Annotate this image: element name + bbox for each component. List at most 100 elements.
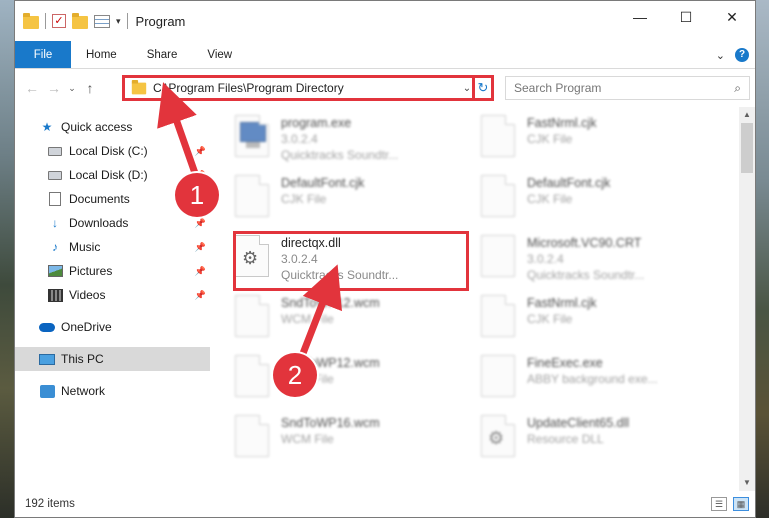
file-item[interactable]: SndToWP12.wcm WCM File	[229, 291, 465, 351]
search-icon[interactable]: ⌕	[734, 81, 741, 96]
sidebar-item-pictures[interactable]: Pictures 📌	[15, 259, 210, 283]
file-list: program.exe 3.0.2.4 Quicktracks Soundtr.…	[211, 107, 755, 491]
sidebar-item-label: Documents	[69, 192, 130, 206]
sidebar-item-label: Videos	[69, 288, 106, 302]
file-icon	[481, 175, 515, 217]
scroll-up-arrow-icon[interactable]: ▲	[739, 107, 755, 123]
new-folder-icon[interactable]	[72, 13, 88, 29]
file-name: FastNrml.cjk	[527, 296, 597, 310]
file-name: DefaultFont.cjk	[527, 176, 611, 190]
sidebar-item-videos[interactable]: Videos 📌	[15, 283, 210, 307]
sidebar-item-music[interactable]: ♪ Music 📌	[15, 235, 210, 259]
file-name: SndToWP16.wcm	[281, 416, 380, 430]
file-name: SndToWP12.wcm	[281, 296, 380, 310]
file-icon	[481, 295, 515, 337]
close-button[interactable]: ✕	[709, 1, 755, 33]
music-icon: ♪	[52, 240, 58, 254]
sidebar-item-downloads[interactable]: ↓ Downloads 📌	[15, 211, 210, 235]
refresh-button[interactable]: ↻	[472, 75, 494, 101]
star-icon: ★	[41, 120, 53, 134]
properties-check-icon[interactable]: ✓	[52, 14, 66, 28]
file-detail: Quicktracks Soundtr...	[281, 148, 399, 162]
address-path: C:\Program Files\Program Directory	[153, 81, 344, 95]
ribbon-right-controls: ⌄ ?	[716, 41, 749, 69]
file-item[interactable]: Microsoft.VC90.CRT 3.0.2.4 Quicktracks S…	[475, 231, 711, 291]
scroll-down-arrow-icon[interactable]: ▼	[739, 475, 755, 491]
search-box[interactable]: ⌕	[505, 76, 750, 100]
cloud-icon	[39, 320, 55, 334]
tab-home[interactable]: Home	[71, 41, 132, 68]
vertical-scrollbar[interactable]: ▲ ▼	[739, 107, 755, 491]
properties-icon[interactable]	[94, 14, 110, 28]
file-name: FineExec.exe	[527, 356, 603, 370]
sidebar-item-onedrive[interactable]: OneDrive	[15, 315, 210, 339]
file-detail: Quicktracks Soundtr...	[527, 268, 645, 282]
file-detail: CJK File	[527, 132, 573, 146]
forward-button[interactable]: →	[43, 80, 65, 96]
sidebar-item-this-pc[interactable]: This PC	[15, 347, 210, 371]
file-icon	[481, 115, 515, 157]
download-icon: ↓	[52, 216, 58, 230]
customize-toolbar-arrow-icon[interactable]: ▾	[116, 16, 121, 27]
view-toggle: ☰ ▦	[711, 497, 749, 511]
desktop-background-right	[755, 0, 769, 518]
explorer-window: ✓ ▾ Program — ☐ ✕ File Home Share View ⌄…	[14, 0, 756, 518]
file-item[interactable]: DefaultFont.cjk CJK File	[229, 171, 465, 231]
tab-view[interactable]: View	[192, 41, 247, 68]
scrollbar-thumb[interactable]	[741, 123, 753, 173]
sidebar-item-label: Local Disk (D:)	[69, 168, 148, 182]
folder-icon	[131, 79, 147, 94]
file-item[interactable]: FastNrml.cjk CJK File	[475, 111, 711, 171]
file-icon	[235, 355, 269, 397]
desktop-background-left	[0, 0, 14, 518]
expand-ribbon-icon[interactable]: ⌄	[716, 49, 725, 62]
file-detail: 3.0.2.4	[527, 252, 564, 266]
details-view-icon[interactable]: ☰	[711, 497, 727, 511]
file-item[interactable]: program.exe 3.0.2.4 Quicktracks Soundtr.…	[229, 111, 465, 171]
file-detail: 3.0.2.4	[281, 132, 318, 146]
step-1-badge: 1	[175, 173, 219, 217]
file-item[interactable]: DefaultFont.cjk CJK File	[475, 171, 711, 231]
videos-icon	[47, 288, 63, 302]
file-icon	[235, 175, 269, 217]
file-item[interactable]: FastNrml.cjk CJK File	[475, 291, 711, 351]
folder-icon	[481, 235, 515, 277]
recent-locations-button[interactable]: ⌄	[65, 83, 79, 94]
pictures-icon	[47, 264, 63, 278]
search-input[interactable]	[514, 81, 735, 95]
application-icon	[235, 115, 269, 157]
file-icon	[235, 415, 269, 457]
sidebar-item-label: This PC	[61, 352, 104, 366]
window-title: Program	[135, 13, 186, 29]
quick-access-toolbar: ✓ ▾	[15, 13, 128, 29]
pin-icon: 📌	[194, 289, 206, 300]
navigation-pane: ★ Quick access Local Disk (C:) 📌 Local D…	[15, 107, 211, 491]
maximize-button[interactable]: ☐	[663, 1, 709, 33]
sidebar-item-quick-access[interactable]: ★ Quick access	[15, 115, 210, 139]
up-button[interactable]: ↑	[79, 80, 101, 96]
file-item[interactable]: SndToWP12.wcm WCM File	[229, 351, 465, 411]
dll-settings-icon: ⚙	[481, 415, 515, 457]
file-item[interactable]: SndToWP16.wcm WCM File	[229, 411, 465, 471]
file-detail: WCM File	[281, 432, 334, 446]
pin-icon: 📌	[194, 265, 206, 276]
back-button[interactable]: ←	[21, 80, 43, 96]
toolbar-separator	[126, 13, 128, 29]
file-name: FastNrml.cjk	[527, 116, 597, 130]
sidebar-item-local-disk-c[interactable]: Local Disk (C:) 📌	[15, 139, 210, 163]
tab-file[interactable]: File	[15, 41, 71, 68]
file-item[interactable]: ⚙ UpdateClient65.dll Resource DLL	[475, 411, 711, 471]
help-icon[interactable]: ?	[735, 48, 749, 62]
file-name: program.exe	[281, 116, 352, 130]
tab-share[interactable]: Share	[132, 41, 193, 68]
sidebar-item-label: OneDrive	[61, 320, 112, 334]
sidebar-item-network[interactable]: Network	[15, 379, 210, 403]
file-item[interactable]: FineExec.exe ABBY background exe...	[475, 351, 711, 411]
address-bar[interactable]: C:\Program Files\Program Directory ⌄	[122, 75, 479, 101]
file-detail: CJK File	[281, 192, 327, 206]
minimize-button[interactable]: —	[617, 1, 663, 33]
ribbon-tabs: File Home Share View ⌄ ?	[15, 41, 755, 69]
pin-icon: 📌	[194, 241, 206, 252]
large-icons-view-icon[interactable]: ▦	[733, 497, 749, 511]
item-count: 192 items	[25, 498, 75, 510]
